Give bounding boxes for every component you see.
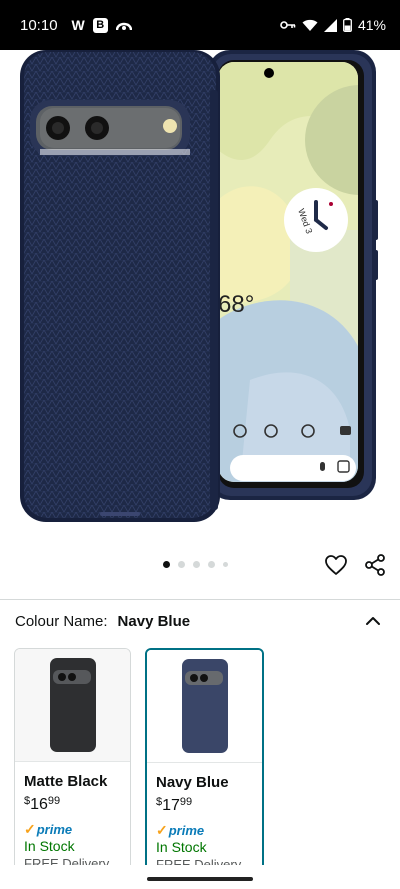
- prime-check-icon: ✓: [24, 821, 36, 837]
- carousel-dot[interactable]: [163, 561, 170, 568]
- carousel-dot[interactable]: [208, 561, 215, 568]
- product-photo: Wed 3 68°: [20, 50, 378, 522]
- carousel-dot[interactable]: [193, 561, 200, 568]
- wishlist-button[interactable]: [324, 553, 348, 577]
- variant-price: $1799: [156, 796, 193, 814]
- w-app-icon: W: [71, 17, 85, 33]
- share-button[interactable]: [363, 553, 387, 577]
- carousel-dots[interactable]: [163, 561, 228, 568]
- product-image[interactable]: Wed 3 68°: [0, 50, 400, 548]
- variant-name: Navy Blue: [156, 774, 229, 791]
- colour-label: Colour Name:: [15, 613, 108, 630]
- stock-status: In Stock: [156, 839, 207, 855]
- wifi-icon: [302, 19, 318, 31]
- battery-percent: 41%: [357, 17, 386, 33]
- carousel-dot[interactable]: [223, 562, 228, 567]
- key-icon: [280, 21, 296, 29]
- variant-card-matte-black[interactable]: Matte Black $1699 ✓ prime In Stock FREE …: [14, 648, 131, 880]
- gesture-nav-handle[interactable]: [147, 877, 253, 881]
- stock-status: In Stock: [24, 838, 75, 854]
- variant-card-navy-blue[interactable]: Navy Blue $1799 ✓ prime In Stock FREE De…: [145, 648, 264, 882]
- phone-front: Wed 3 68°: [208, 50, 378, 500]
- carousel-dot[interactable]: [178, 561, 185, 568]
- b-app-icon: B: [92, 17, 108, 33]
- share-icon: [365, 554, 385, 576]
- variant-name: Matte Black: [24, 773, 108, 790]
- notification-icons: W B: [72, 17, 132, 33]
- black-case-thumbnail: [49, 658, 96, 752]
- status-right: 41%: [280, 17, 386, 33]
- variant-image: [147, 650, 262, 763]
- prime-check-icon: ✓: [156, 822, 168, 838]
- navy-case-thumbnail: [181, 659, 228, 753]
- section-divider: [0, 599, 400, 600]
- heart-icon: [325, 555, 347, 575]
- phone-case: [20, 50, 220, 522]
- battery-icon: [343, 18, 352, 32]
- prime-badge: ✓ prime: [156, 822, 205, 838]
- signal-icon: [323, 18, 337, 32]
- status-time: 10:10: [20, 16, 58, 34]
- variant-price: $1699: [24, 795, 61, 813]
- colour-value: Navy Blue: [117, 613, 191, 630]
- chevron-up-icon: [366, 617, 380, 625]
- colour-selector-header: Colour Name: Navy Blue: [15, 613, 190, 630]
- weather-temp: 68°: [218, 291, 254, 318]
- prime-badge: ✓ prime: [24, 821, 73, 837]
- collapse-button[interactable]: [362, 610, 384, 632]
- arch-app-icon: [115, 22, 132, 31]
- variant-image: [15, 649, 130, 762]
- status-bar: 10:10 W B 41%: [0, 0, 400, 50]
